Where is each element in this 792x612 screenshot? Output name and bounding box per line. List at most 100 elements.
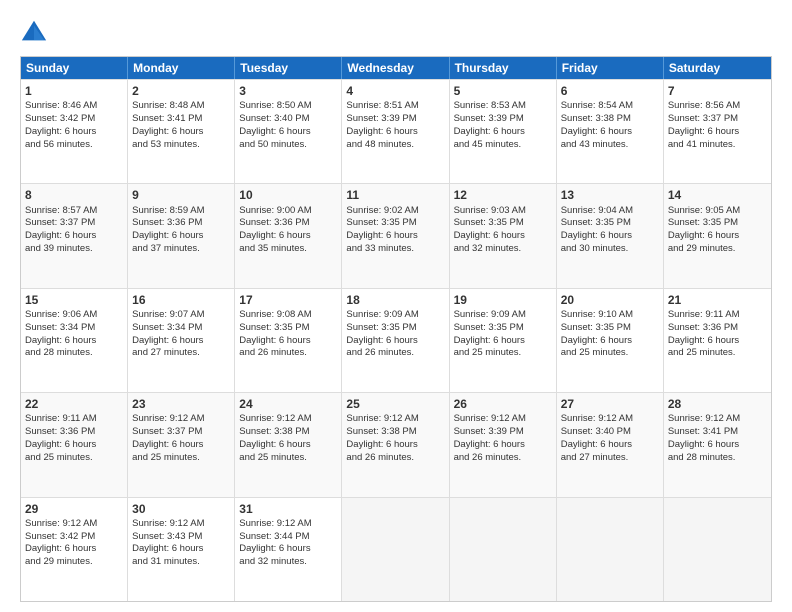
- day-number: 22: [25, 396, 123, 412]
- day-number: 5: [454, 83, 552, 99]
- day-number: 24: [239, 396, 337, 412]
- cal-cell: 27Sunrise: 9:12 AM Sunset: 3:40 PM Dayli…: [557, 393, 664, 496]
- cal-header-saturday: Saturday: [664, 57, 771, 79]
- day-number: 3: [239, 83, 337, 99]
- day-info: Sunrise: 8:48 AM Sunset: 3:41 PM Dayligh…: [132, 100, 204, 149]
- cal-header-sunday: Sunday: [21, 57, 128, 79]
- day-number: 13: [561, 187, 659, 203]
- day-info: Sunrise: 9:11 AM Sunset: 3:36 PM Dayligh…: [25, 413, 97, 462]
- day-number: 10: [239, 187, 337, 203]
- day-number: 30: [132, 501, 230, 517]
- day-number: 29: [25, 501, 123, 517]
- day-info: Sunrise: 9:09 AM Sunset: 3:35 PM Dayligh…: [346, 309, 418, 358]
- day-number: 28: [668, 396, 767, 412]
- day-info: Sunrise: 9:06 AM Sunset: 3:34 PM Dayligh…: [25, 309, 97, 358]
- cal-cell: 7Sunrise: 8:56 AM Sunset: 3:37 PM Daylig…: [664, 80, 771, 183]
- cal-cell: 24Sunrise: 9:12 AM Sunset: 3:38 PM Dayli…: [235, 393, 342, 496]
- cal-cell: 1Sunrise: 8:46 AM Sunset: 3:42 PM Daylig…: [21, 80, 128, 183]
- day-info: Sunrise: 9:03 AM Sunset: 3:35 PM Dayligh…: [454, 205, 526, 254]
- cal-week-1: 1Sunrise: 8:46 AM Sunset: 3:42 PM Daylig…: [21, 79, 771, 183]
- day-number: 27: [561, 396, 659, 412]
- day-info: Sunrise: 9:12 AM Sunset: 3:44 PM Dayligh…: [239, 518, 311, 567]
- day-number: 26: [454, 396, 552, 412]
- day-info: Sunrise: 9:08 AM Sunset: 3:35 PM Dayligh…: [239, 309, 311, 358]
- day-number: 16: [132, 292, 230, 308]
- day-number: 21: [668, 292, 767, 308]
- day-number: 1: [25, 83, 123, 99]
- cal-cell: 13 Sunrise: 9:04 AM Sunset: 3:35 PM Dayli…: [557, 184, 664, 287]
- day-number: 17: [239, 292, 337, 308]
- day-number: 9: [132, 187, 230, 203]
- header: [20, 18, 772, 46]
- page: SundayMondayTuesdayWednesdayThursdayFrid…: [0, 0, 792, 612]
- calendar: SundayMondayTuesdayWednesdayThursdayFrid…: [20, 56, 772, 602]
- cal-week-2: 8Sunrise: 8:57 AM Sunset: 3:37 PM Daylig…: [21, 183, 771, 287]
- day-info: Sunrise: 9:12 AM Sunset: 3:42 PM Dayligh…: [25, 518, 97, 567]
- day-info: Sunrise: 9:11 AM Sunset: 3:36 PM Dayligh…: [668, 309, 740, 358]
- cal-cell: 11 Sunrise: 9:02 AM Sunset: 3:35 PM Dayli…: [342, 184, 449, 287]
- day-info: Sunrise: 9:02 AM Sunset: 3:35 PM Dayligh…: [346, 205, 418, 254]
- day-info: Sunrise: 9:09 AM Sunset: 3:35 PM Dayligh…: [454, 309, 526, 358]
- day-info: Sunrise: 9:12 AM Sunset: 3:40 PM Dayligh…: [561, 413, 633, 462]
- day-info: Sunrise: 9:04 AM Sunset: 3:35 PM Dayligh…: [561, 205, 633, 254]
- cal-cell: [342, 498, 449, 601]
- day-number: 12: [454, 187, 552, 203]
- day-info: Sunrise: 8:54 AM Sunset: 3:38 PM Dayligh…: [561, 100, 633, 149]
- day-info: Sunrise: 8:46 AM Sunset: 3:42 PM Dayligh…: [25, 100, 97, 149]
- cal-cell: 16Sunrise: 9:07 AM Sunset: 3:34 PM Dayli…: [128, 289, 235, 392]
- day-number: 8: [25, 187, 123, 203]
- cal-week-3: 15Sunrise: 9:06 AM Sunset: 3:34 PM Dayli…: [21, 288, 771, 392]
- logo-icon: [20, 18, 48, 46]
- calendar-body: 1Sunrise: 8:46 AM Sunset: 3:42 PM Daylig…: [21, 79, 771, 601]
- cal-cell: 5Sunrise: 8:53 AM Sunset: 3:39 PM Daylig…: [450, 80, 557, 183]
- day-info: Sunrise: 9:12 AM Sunset: 3:43 PM Dayligh…: [132, 518, 204, 567]
- cal-cell: 4Sunrise: 8:51 AM Sunset: 3:39 PM Daylig…: [342, 80, 449, 183]
- cal-header-wednesday: Wednesday: [342, 57, 449, 79]
- day-number: 23: [132, 396, 230, 412]
- day-number: 20: [561, 292, 659, 308]
- cal-cell: 19Sunrise: 9:09 AM Sunset: 3:35 PM Dayli…: [450, 289, 557, 392]
- cal-cell: 6Sunrise: 8:54 AM Sunset: 3:38 PM Daylig…: [557, 80, 664, 183]
- calendar-header: SundayMondayTuesdayWednesdayThursdayFrid…: [21, 57, 771, 79]
- day-info: Sunrise: 8:56 AM Sunset: 3:37 PM Dayligh…: [668, 100, 740, 149]
- cal-week-4: 22Sunrise: 9:11 AM Sunset: 3:36 PM Dayli…: [21, 392, 771, 496]
- day-number: 6: [561, 83, 659, 99]
- day-number: 4: [346, 83, 444, 99]
- cal-cell: 2Sunrise: 8:48 AM Sunset: 3:41 PM Daylig…: [128, 80, 235, 183]
- day-info: Sunrise: 9:05 AM Sunset: 3:35 PM Dayligh…: [668, 205, 740, 254]
- day-info: Sunrise: 9:12 AM Sunset: 3:41 PM Dayligh…: [668, 413, 740, 462]
- cal-cell: [557, 498, 664, 601]
- day-info: Sunrise: 8:59 AM Sunset: 3:36 PM Dayligh…: [132, 205, 204, 254]
- cal-cell: [450, 498, 557, 601]
- cal-cell: 30Sunrise: 9:12 AM Sunset: 3:43 PM Dayli…: [128, 498, 235, 601]
- day-info: Sunrise: 8:53 AM Sunset: 3:39 PM Dayligh…: [454, 100, 526, 149]
- day-number: 25: [346, 396, 444, 412]
- day-info: Sunrise: 9:12 AM Sunset: 3:38 PM Dayligh…: [239, 413, 311, 462]
- cal-week-5: 29Sunrise: 9:12 AM Sunset: 3:42 PM Dayli…: [21, 497, 771, 601]
- cal-cell: 17Sunrise: 9:08 AM Sunset: 3:35 PM Dayli…: [235, 289, 342, 392]
- cal-cell: 20Sunrise: 9:10 AM Sunset: 3:35 PM Dayli…: [557, 289, 664, 392]
- day-info: Sunrise: 9:12 AM Sunset: 3:38 PM Dayligh…: [346, 413, 418, 462]
- cal-header-tuesday: Tuesday: [235, 57, 342, 79]
- cal-cell: 14 Sunrise: 9:05 AM Sunset: 3:35 PM Dayli…: [664, 184, 771, 287]
- day-info: Sunrise: 9:10 AM Sunset: 3:35 PM Dayligh…: [561, 309, 633, 358]
- cal-cell: 25Sunrise: 9:12 AM Sunset: 3:38 PM Dayli…: [342, 393, 449, 496]
- cal-cell: 18Sunrise: 9:09 AM Sunset: 3:35 PM Dayli…: [342, 289, 449, 392]
- cal-cell: 3Sunrise: 8:50 AM Sunset: 3:40 PM Daylig…: [235, 80, 342, 183]
- day-number: 15: [25, 292, 123, 308]
- cal-header-monday: Monday: [128, 57, 235, 79]
- day-number: 11: [346, 187, 444, 203]
- cal-cell: 21Sunrise: 9:11 AM Sunset: 3:36 PM Dayli…: [664, 289, 771, 392]
- cal-header-friday: Friday: [557, 57, 664, 79]
- cal-cell: 29Sunrise: 9:12 AM Sunset: 3:42 PM Dayli…: [21, 498, 128, 601]
- logo: [20, 18, 52, 46]
- cal-cell: 15Sunrise: 9:06 AM Sunset: 3:34 PM Dayli…: [21, 289, 128, 392]
- cal-cell: 12 Sunrise: 9:03 AM Sunset: 3:35 PM Dayli…: [450, 184, 557, 287]
- day-number: 14: [668, 187, 767, 203]
- day-info: Sunrise: 9:00 AM Sunset: 3:36 PM Dayligh…: [239, 205, 311, 254]
- day-number: 7: [668, 83, 767, 99]
- cal-cell: 10 Sunrise: 9:00 AM Sunset: 3:36 PM Dayli…: [235, 184, 342, 287]
- cal-cell: [664, 498, 771, 601]
- day-number: 2: [132, 83, 230, 99]
- day-info: Sunrise: 9:07 AM Sunset: 3:34 PM Dayligh…: [132, 309, 204, 358]
